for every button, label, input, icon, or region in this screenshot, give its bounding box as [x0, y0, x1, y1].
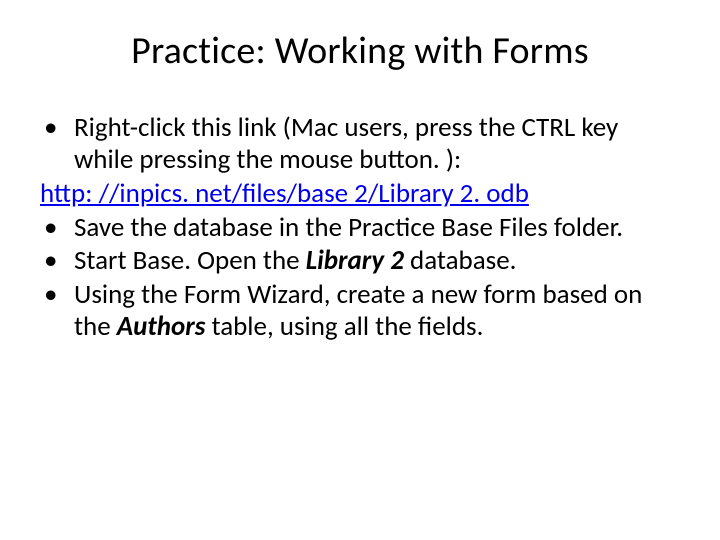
download-link[interactable]: http: //inpics. net/files/base 2/Library… — [40, 177, 529, 210]
bullet-text: Save the database in the Practice Base F… — [74, 211, 623, 244]
bullet-text-emphasis: Library 2 — [306, 244, 404, 277]
bullet-text-part1: Start Base. Open the — [74, 244, 306, 277]
slide-body-2: Save the database in the Practice Base F… — [40, 212, 680, 343]
bullet-text-part3: table, using all the fields. — [205, 310, 483, 343]
bullet-text: Right-click this link (Mac users, press … — [74, 111, 618, 176]
bullet-form-wizard: Using the Form Wizard, create a new form… — [40, 279, 680, 343]
slide-title: Practice: Working with Forms — [40, 28, 680, 74]
bullet-text-emphasis: Authors — [117, 310, 206, 343]
bullet-text-part3: database. — [404, 244, 517, 277]
bullet-start-base: Start Base. Open the Library 2 database. — [40, 245, 680, 277]
bullet-save-db: Save the database in the Practice Base F… — [40, 212, 680, 244]
link-row: http: //inpics. net/files/base 2/Library… — [40, 178, 680, 210]
slide-body: Right-click this link (Mac users, press … — [40, 112, 680, 176]
bullet-right-click: Right-click this link (Mac users, press … — [40, 112, 680, 176]
slide: Practice: Working with Forms Right-click… — [0, 0, 720, 540]
